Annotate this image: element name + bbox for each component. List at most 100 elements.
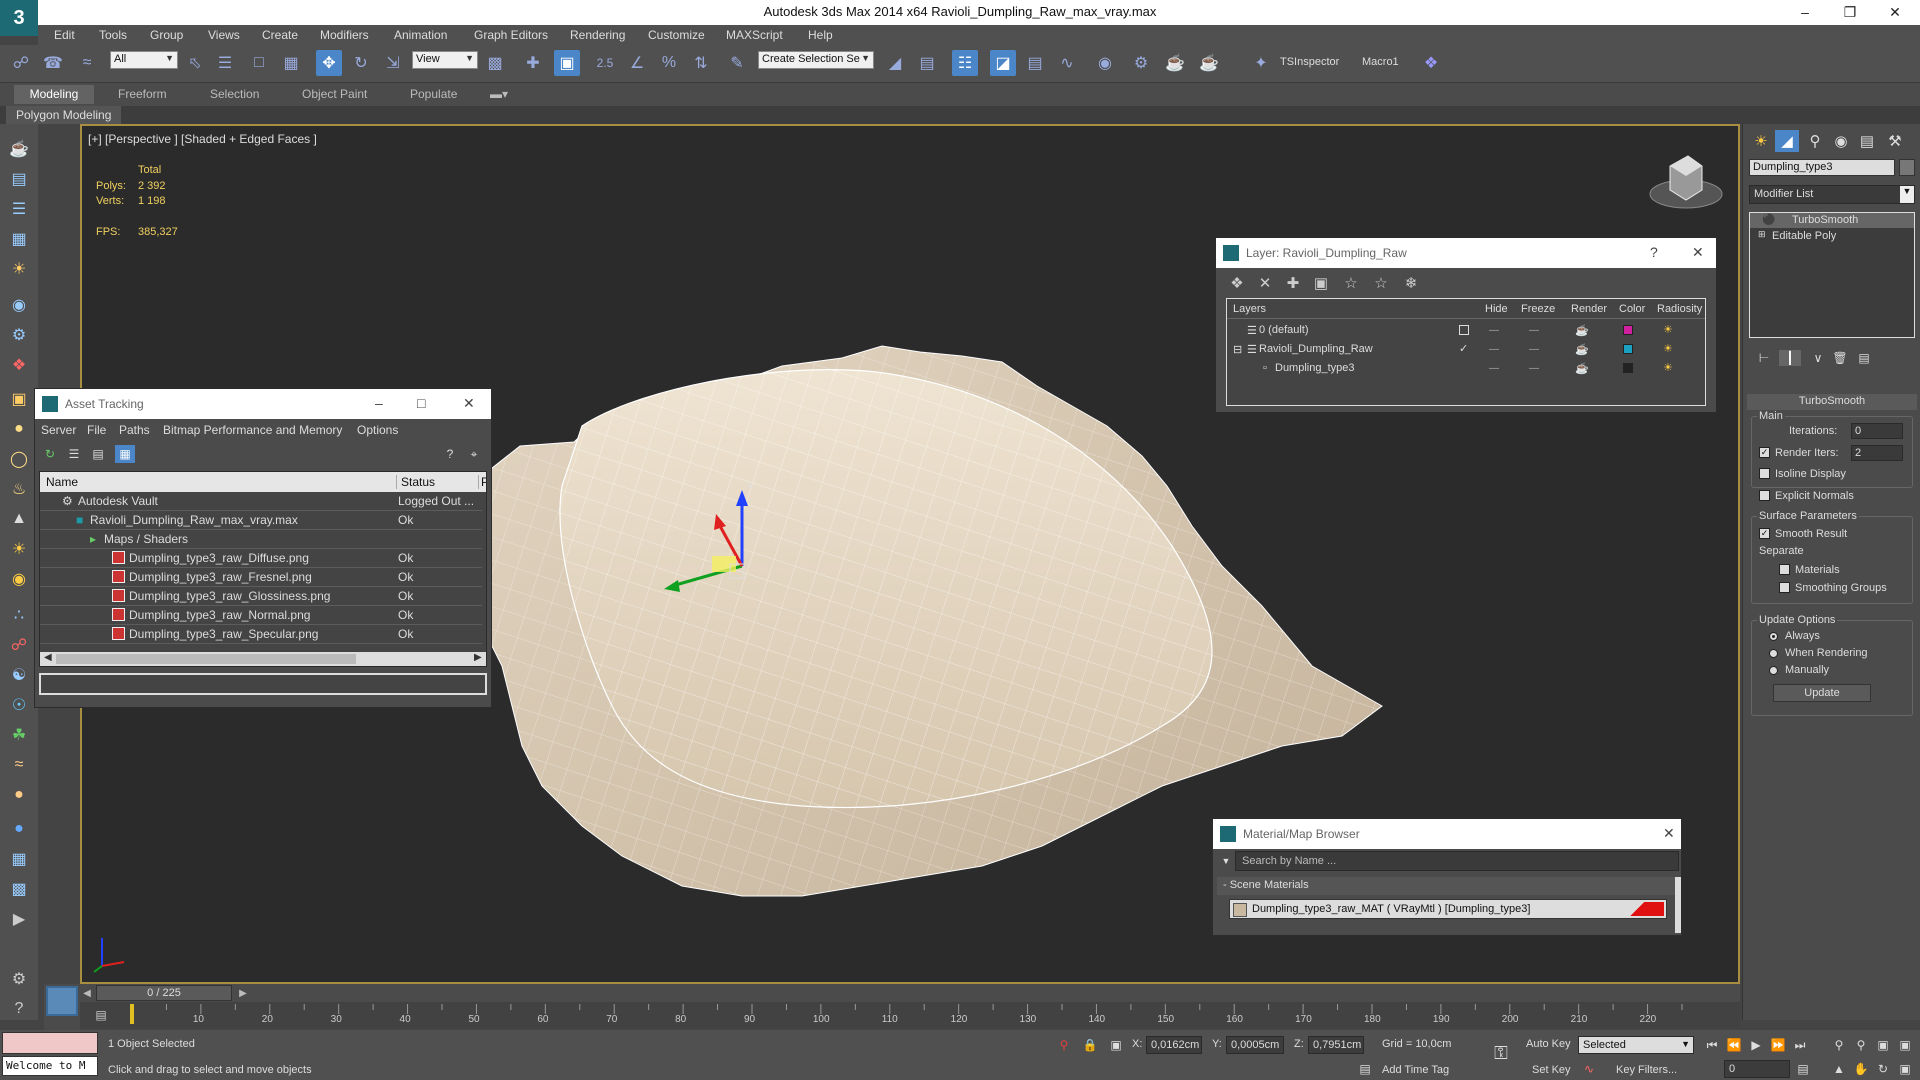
field-of-view-icon[interactable]: ▲ <box>1830 1060 1848 1078</box>
hierarchy-tab-icon[interactable]: ⚲ <box>1803 130 1827 152</box>
layer-row[interactable]: ☰ 0 (default) — — ☕ ☀ <box>1231 321 1709 340</box>
select-move-icon[interactable]: ✥ <box>316 50 342 76</box>
tab-object-paint[interactable]: Object Paint <box>302 87 367 101</box>
go-to-end-icon[interactable]: ⏭ <box>1790 1036 1810 1054</box>
menu-rendering[interactable]: Rendering <box>570 28 625 42</box>
plant-icon[interactable]: ☘ <box>6 722 32 748</box>
settings-icon[interactable]: ⚙ <box>6 966 32 992</box>
hair-icon[interactable]: ≈ <box>6 752 32 778</box>
viewcube[interactable] <box>1649 155 1723 209</box>
minimize-icon[interactable]: – <box>1790 2 1820 22</box>
bind-spacewarp-icon[interactable]: ≈ <box>74 50 100 76</box>
thumbnail-view-icon[interactable]: ▤ <box>89 445 107 463</box>
edit-mesh-icon[interactable]: ▦ <box>6 846 32 872</box>
smooth-result-checkbox[interactable]: ✓ <box>1759 528 1770 539</box>
table-row[interactable]: Dumpling_type3_raw_Normal.png Ok <box>40 606 482 625</box>
material-browser-titlebar[interactable]: Material/Map Browser ✕ <box>1213 819 1681 849</box>
curve-editor-icon[interactable]: ∿ <box>1054 50 1080 76</box>
pan-icon[interactable]: ✋ <box>1852 1060 1870 1078</box>
ribbon-options-icon[interactable]: ▬▾ <box>490 87 508 101</box>
menu-views[interactable]: Views <box>208 28 240 42</box>
absolute-mode-icon[interactable]: ▣ <box>1108 1036 1124 1054</box>
graphite-ribbon-icon[interactable]: ▤ <box>1022 50 1048 76</box>
render-frame-icon[interactable]: ▤ <box>6 166 32 192</box>
maxscript-listener-input[interactable] <box>2 1032 98 1054</box>
menu-tools[interactable]: Tools <box>99 28 127 42</box>
unlink-icon[interactable]: ☎ <box>40 50 66 76</box>
next-key-icon[interactable]: ⏩ <box>1768 1036 1788 1054</box>
minimize-icon[interactable]: – <box>375 395 383 411</box>
material-editor-icon[interactable]: ⚙ <box>1128 50 1154 76</box>
stack-item-editable-poly[interactable]: ⊞ Editable Poly <box>1750 229 1914 244</box>
create-layer-icon[interactable]: ❖ <box>1226 272 1248 294</box>
layer-color-swatch[interactable] <box>1623 344 1633 354</box>
menu-options[interactable]: Options <box>357 423 398 437</box>
pivot-center-icon[interactable]: ▩ <box>482 50 508 76</box>
close-icon[interactable]: ✕ <box>1692 244 1704 261</box>
previous-key-icon[interactable]: ⏪ <box>1724 1036 1744 1054</box>
column-name[interactable]: Name <box>46 475 78 489</box>
table-row[interactable]: Dumpling_type3_raw_Glossiness.png Ok <box>40 587 482 606</box>
align-icon[interactable]: ▤ <box>914 50 940 76</box>
isoline-checkbox[interactable] <box>1759 468 1770 479</box>
helper-icon[interactable]: ⚙ <box>6 322 32 348</box>
browser-options-icon[interactable]: ▼ <box>1219 853 1233 869</box>
zoom-icon[interactable]: ⚲ <box>1830 1036 1848 1054</box>
snap-toggle-icon[interactable]: 2.5 <box>592 50 618 76</box>
key-filters-button[interactable]: Key Filters... <box>1616 1064 1677 1076</box>
freeze-toggle[interactable]: — <box>1529 344 1539 355</box>
sphere-blue-icon[interactable]: ● <box>6 816 32 842</box>
add-time-tag-button[interactable]: Add Time Tag <box>1382 1064 1449 1076</box>
schematic-view-icon[interactable]: ◉ <box>1092 50 1118 76</box>
remove-modifier-icon[interactable]: 🗑 <box>1829 350 1851 366</box>
freeze-toggle[interactable]: — <box>1529 325 1539 336</box>
close-icon[interactable]: ✕ <box>1880 2 1910 22</box>
menu-server[interactable]: Server <box>41 423 76 437</box>
create-tab-icon[interactable]: ☀ <box>1749 130 1773 152</box>
select-scale-icon[interactable]: ⇲ <box>380 50 406 76</box>
layer-manager-icon[interactable]: ◪ <box>990 50 1016 76</box>
window-crossing-icon[interactable]: ▦ <box>278 50 304 76</box>
configure-sets-icon[interactable]: ▤ <box>1853 350 1875 366</box>
menu-modifiers[interactable]: Modifiers <box>320 28 369 42</box>
layer-color-swatch[interactable] <box>1623 325 1633 335</box>
tab-selection[interactable]: Selection <box>210 87 259 101</box>
select-rotate-icon[interactable]: ↻ <box>348 50 374 76</box>
help-icon[interactable]: ? <box>441 445 459 463</box>
object-color-swatch[interactable] <box>1899 159 1915 176</box>
render-setup-icon[interactable]: ☕ <box>1162 50 1188 76</box>
track-bar[interactable]: 10 20 30 40 50 60 70 80 90 100 110 120 1… <box>80 1002 1740 1028</box>
menu-graph-editors[interactable]: Graph Editors <box>474 28 548 42</box>
column-status[interactable]: Status <box>396 475 435 489</box>
table-view-icon[interactable]: ▦ <box>115 445 135 463</box>
next-frame-icon[interactable]: ▶ <box>236 986 250 1000</box>
expand-arrow-icon[interactable]: ▶ <box>6 906 32 932</box>
tab-polygon-modeling[interactable]: Polygon Modeling <box>6 106 122 124</box>
render-teapot-icon[interactable]: ☕ <box>1575 343 1589 356</box>
named-selection-dropdown[interactable]: Create Selection Se ▼ <box>758 51 874 69</box>
angle-snap-icon[interactable]: ∠ <box>624 50 650 76</box>
manually-radio[interactable] <box>1769 666 1778 675</box>
selection-filter-dropdown[interactable]: All ▼ <box>110 51 178 69</box>
macro-label[interactable]: Macro1 <box>1362 56 1399 68</box>
material-entry[interactable]: Dumpling_type3_raw_MAT ( VRayMtl ) [Dump… <box>1229 899 1667 919</box>
table-row[interactable]: ⚙ Autodesk Vault Logged Out ... <box>40 492 482 511</box>
keyboard-shortcut-override-icon[interactable]: ▣ <box>554 50 580 76</box>
curve-editor-mini-icon[interactable]: ▤ <box>90 1006 112 1024</box>
material-search-input[interactable]: Search by Name ... <box>1235 851 1679 871</box>
object-name-field[interactable]: Dumpling_type3 <box>1749 159 1895 176</box>
stack-item-turbosmooth[interactable]: ⚫ TurboSmooth <box>1750 213 1914 228</box>
layer-row[interactable]: ▫ Dumpling_type3 — — ☕ ☀ <box>1231 359 1709 378</box>
select-in-layer-icon[interactable]: ▣ <box>1310 272 1332 294</box>
pin-icon[interactable]: ⌖ <box>465 445 483 463</box>
link-icon[interactable]: ☍ <box>8 50 34 76</box>
menu-maxscript[interactable]: MAXScript <box>726 28 783 42</box>
material-browser-scrollbar[interactable] <box>1675 877 1681 933</box>
modify-tab-icon[interactable]: ◢ <box>1775 130 1799 152</box>
orbit-icon[interactable]: ↻ <box>1874 1060 1892 1078</box>
teapot-primitive-icon[interactable]: ♨ <box>6 476 32 502</box>
layer-row[interactable]: ⊟ ☰ Ravioli_Dumpling_Raw ✓ — — ☕ ☀ <box>1231 340 1709 359</box>
menu-edit[interactable]: Edit <box>54 28 75 42</box>
geosphere-icon[interactable]: ◉ <box>6 566 32 592</box>
radiosity-icon[interactable]: ☀ <box>1663 361 1673 374</box>
